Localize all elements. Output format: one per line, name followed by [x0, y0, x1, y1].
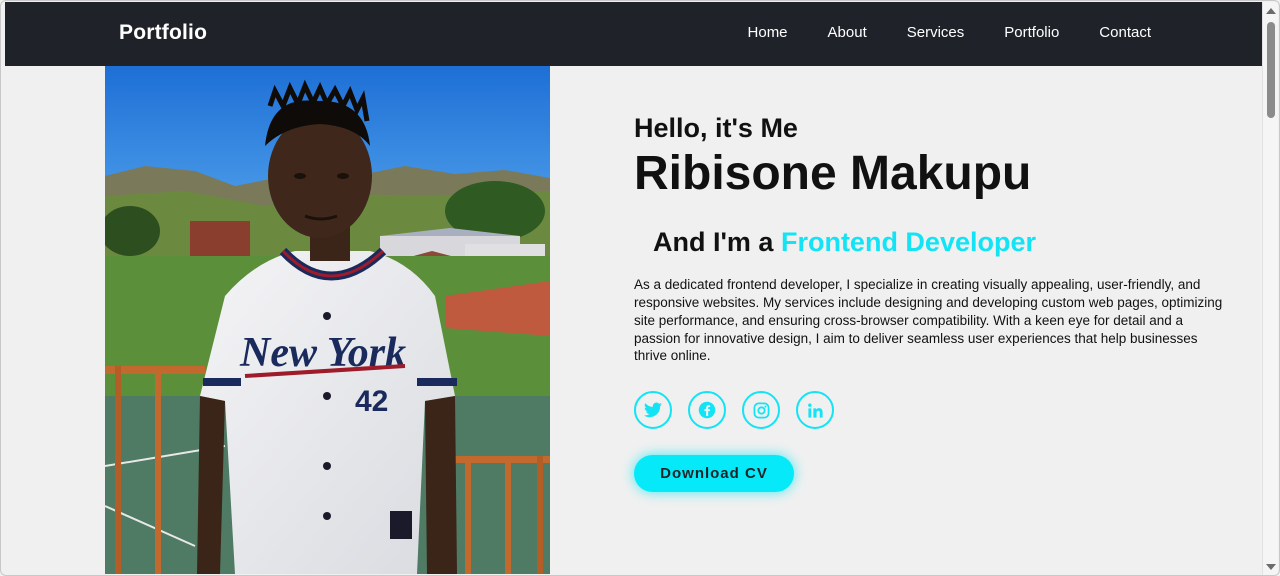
nav-about[interactable]: About: [828, 24, 867, 41]
browser-window: Portfolio Home About Services Portfolio …: [0, 0, 1280, 576]
twitter-link[interactable]: [634, 391, 672, 430]
scroll-up-arrow-icon[interactable]: [1266, 8, 1276, 14]
scrollbar-thumb[interactable]: [1267, 22, 1275, 118]
role-prefix: And I'm a: [653, 227, 774, 258]
instagram-link[interactable]: [742, 391, 780, 430]
linkedin-link[interactable]: [796, 391, 834, 430]
facebook-icon: [698, 401, 716, 419]
vertical-scrollbar[interactable]: [1262, 2, 1278, 575]
nav-services[interactable]: Services: [907, 24, 965, 41]
site-logo[interactable]: Portfolio: [119, 21, 207, 45]
bio-paragraph: As a dedicated frontend developer, I spe…: [634, 277, 1223, 364]
instagram-icon: [753, 402, 769, 419]
nav-contact[interactable]: Contact: [1099, 24, 1151, 41]
greeting-heading: Hello, it's Me: [634, 113, 798, 143]
svg-text:42: 42: [355, 385, 388, 418]
top-nav-bar: Portfolio Home About Services Portfolio …: [5, 2, 1263, 66]
linkedin-icon: [807, 403, 823, 418]
twitter-icon: [644, 402, 662, 418]
nav-home[interactable]: Home: [748, 24, 788, 41]
scroll-down-arrow-icon[interactable]: [1266, 564, 1276, 570]
social-links: [634, 391, 1224, 430]
facebook-link[interactable]: [688, 391, 726, 430]
main-nav: Home About Services Portfolio Contact: [748, 24, 1151, 41]
role-heading: And I'm a Frontend Developer: [653, 227, 1224, 258]
nav-portfolio[interactable]: Portfolio: [1004, 24, 1059, 41]
hero-content: Hello, it's Me Ribisone Makupu And I'm a…: [634, 113, 1224, 493]
download-cv-button[interactable]: Download CV: [634, 455, 794, 493]
profile-photo: New York 42: [105, 66, 550, 574]
role-highlight: Frontend Developer: [780, 227, 1036, 258]
name-heading: Ribisone Makupu: [634, 147, 1032, 200]
